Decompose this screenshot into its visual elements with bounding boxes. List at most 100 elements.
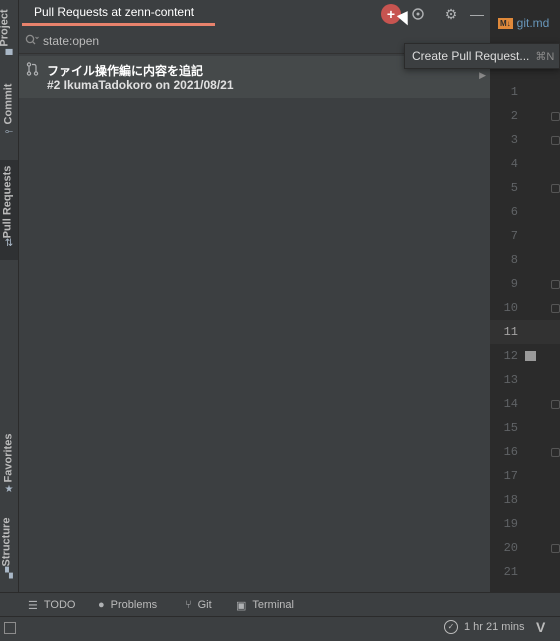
fold-marker-icon[interactable] bbox=[551, 183, 560, 193]
commit-icon: ⟜ bbox=[5, 126, 13, 137]
sidebar-tab-favorites[interactable]: Favorites ★ bbox=[0, 428, 18, 500]
search-icon[interactable] bbox=[25, 34, 39, 49]
list-icon: ☰ bbox=[28, 599, 38, 612]
fold-marker-icon[interactable] bbox=[551, 135, 560, 145]
line-number: 7 bbox=[510, 229, 518, 243]
left-tool-strip: Project ▀ Commit ⟜ Pull Requests ⇅ Favor… bbox=[0, 0, 19, 592]
line-number: 21 bbox=[503, 565, 518, 579]
sidebar-tab-commit-label: Commit bbox=[2, 83, 15, 125]
pull-request-icon: ⇅ bbox=[4, 238, 14, 249]
tool-terminal-label: Terminal bbox=[252, 599, 294, 611]
line-number: 1 bbox=[510, 85, 518, 99]
line-number: 18 bbox=[503, 493, 518, 507]
sidebar-tab-pull-requests-label: Pull Requests bbox=[1, 165, 14, 239]
create-pull-request-popup[interactable]: Create Pull Request... ⌘N bbox=[404, 43, 560, 69]
gutter-line: 19 bbox=[490, 512, 560, 536]
tool-git-label: Git bbox=[197, 599, 212, 611]
gutter-line: 17 bbox=[490, 464, 560, 488]
line-number: 14 bbox=[503, 397, 518, 411]
line-number: 9 bbox=[510, 277, 518, 291]
line-number: 6 bbox=[510, 205, 518, 219]
line-number-gutter: 1 2 3 4 5 6 7 8 9 10 11 12 13 14 15 16 17 18 19 20 21 bbox=[490, 80, 560, 584]
gutter-line: 4 bbox=[490, 152, 560, 176]
gutter-line: 15 bbox=[490, 416, 560, 440]
gutter-line: 14 bbox=[490, 392, 560, 416]
plus-icon[interactable]: + bbox=[381, 4, 401, 24]
line-number: 5 bbox=[510, 181, 518, 195]
gutter-line: 10 bbox=[490, 296, 560, 320]
info-icon: ● bbox=[98, 599, 105, 611]
bottom-tool-bar: ☰ TODO ● Problems ⑂ Git ▣ Terminal bbox=[0, 592, 560, 617]
gutter-line: 6 bbox=[490, 200, 560, 224]
fold-marker-icon[interactable] bbox=[551, 447, 560, 457]
sidebar-tab-pull-requests[interactable]: Pull Requests ⇅ bbox=[0, 160, 18, 260]
gutter-line: 12 bbox=[490, 344, 560, 368]
sidebar-tab-project[interactable]: Project ▀ bbox=[0, 0, 18, 61]
tool-todo-label: TODO bbox=[43, 599, 76, 611]
gutter-line: 18 bbox=[490, 488, 560, 512]
line-number: 20 bbox=[503, 541, 518, 555]
gutter-line: 1 bbox=[490, 80, 560, 104]
line-number: 4 bbox=[510, 157, 518, 171]
markdown-file-icon: M↓ bbox=[498, 17, 513, 29]
gutter-line: 3 bbox=[490, 128, 560, 152]
line-number: 10 bbox=[503, 301, 518, 315]
line-number: 16 bbox=[503, 445, 518, 459]
gutter-line: 9 bbox=[490, 272, 560, 296]
window-icon[interactable] bbox=[4, 622, 16, 634]
line-number: 17 bbox=[503, 469, 518, 483]
fold-marker-icon[interactable] bbox=[551, 111, 560, 121]
line-number: 15 bbox=[503, 421, 518, 435]
time-tracker-label: 1 hr 21 mins bbox=[464, 621, 525, 633]
line-number: 3 bbox=[510, 133, 518, 147]
line-number: 12 bbox=[503, 349, 518, 363]
tool-problems[interactable]: ● Problems bbox=[98, 593, 157, 617]
sidebar-tab-favorites-label: Favorites bbox=[2, 433, 15, 483]
tool-terminal[interactable]: ▣ Terminal bbox=[236, 593, 294, 617]
gutter-line: 13 bbox=[490, 368, 560, 392]
sidebar-tab-structure[interactable]: Structure ▚ bbox=[0, 512, 18, 584]
editor-area: M↓ git.md 1 2 3 4 5 6 7 8 9 10 11 12 13 14 15 16 17 18 19 2… bbox=[490, 0, 560, 592]
terminal-icon: ▣ bbox=[236, 599, 247, 612]
tool-todo[interactable]: ☰ TODO bbox=[28, 593, 75, 617]
fold-marker-icon[interactable] bbox=[551, 279, 560, 289]
branch-icon: ⑂ bbox=[185, 599, 192, 611]
minus-icon[interactable]: — bbox=[467, 4, 487, 24]
gutter-line: 8 bbox=[490, 248, 560, 272]
gutter-line: 21 bbox=[490, 560, 560, 584]
fold-marker-icon[interactable] bbox=[551, 303, 560, 313]
vim-icon[interactable]: V bbox=[536, 619, 545, 635]
pull-request-meta: #2 IkumaTadokoro on 2021/08/21 bbox=[47, 78, 234, 92]
status-bar: ✓ 1 hr 21 mins V bbox=[0, 616, 560, 641]
gutter-line: 5 bbox=[490, 176, 560, 200]
sidebar-tab-project-label: Project bbox=[0, 9, 11, 47]
editor-tab[interactable]: M↓ git.md bbox=[490, 10, 560, 36]
gutter-line: 20 bbox=[490, 536, 560, 560]
chevron-right-icon: ▶ bbox=[479, 70, 486, 80]
line-number: 13 bbox=[503, 373, 518, 387]
gutter-line: 11 bbox=[490, 320, 560, 344]
search-input[interactable] bbox=[43, 34, 463, 48]
folder-icon: ▀ bbox=[5, 50, 13, 61]
gutter-line: 7 bbox=[490, 224, 560, 248]
toolwindow-header: Pull Requests at zenn-content + ⚙ — bbox=[19, 0, 490, 28]
line-number: 8 bbox=[510, 253, 518, 267]
popup-label: Create Pull Request... bbox=[412, 49, 530, 63]
pull-request-icon bbox=[26, 62, 39, 79]
tool-git[interactable]: ⑂ Git bbox=[185, 593, 212, 617]
editor-tab-label: git.md bbox=[516, 16, 550, 30]
fold-marker-icon[interactable] bbox=[551, 543, 560, 553]
line-number: 2 bbox=[510, 109, 518, 123]
time-tracker[interactable]: ✓ 1 hr 21 mins bbox=[444, 620, 525, 634]
line-number: 19 bbox=[503, 517, 518, 531]
star-icon: ★ bbox=[4, 484, 14, 495]
sidebar-tab-structure-label: Structure bbox=[0, 517, 13, 567]
fold-marker-icon[interactable] bbox=[551, 399, 560, 409]
popup-shortcut: ⌘N bbox=[535, 50, 555, 63]
line-number: 11 bbox=[503, 325, 518, 339]
gear-icon[interactable]: ⚙ bbox=[441, 4, 461, 24]
tool-problems-label: Problems bbox=[110, 599, 158, 611]
tab-pull-requests[interactable]: Pull Requests at zenn-content bbox=[22, 0, 215, 26]
structure-icon: ▚ bbox=[5, 568, 13, 579]
sidebar-tab-commit[interactable]: Commit ⟜ bbox=[0, 80, 18, 140]
